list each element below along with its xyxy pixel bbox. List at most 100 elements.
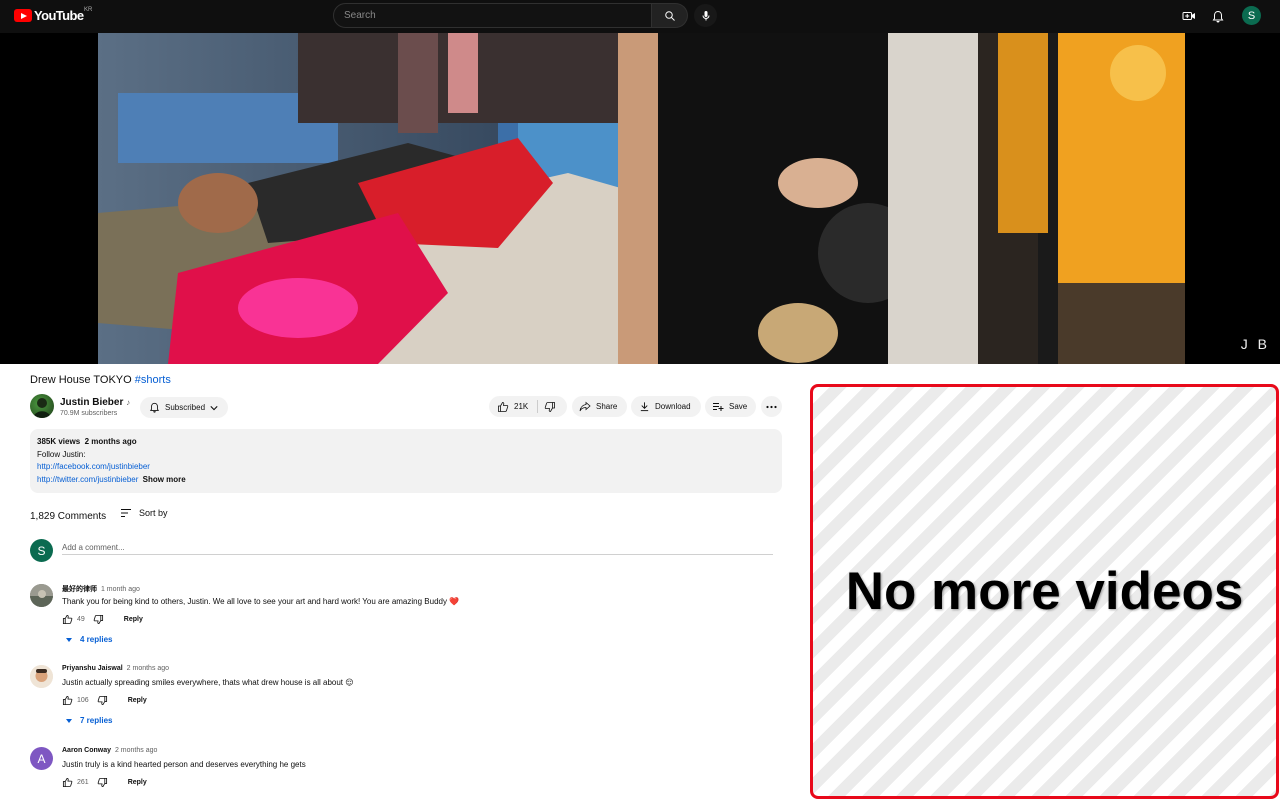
download-button[interactable]: Download	[631, 396, 701, 417]
search-input[interactable]	[333, 3, 652, 28]
comment-like-count: 49	[77, 616, 85, 623]
reply-button[interactable]: Reply	[124, 616, 143, 623]
channel-name[interactable]: Justin Bieber ♪	[60, 397, 130, 408]
subscribed-button[interactable]: Subscribed	[140, 397, 228, 418]
comment-actions: 49 Reply	[62, 614, 143, 625]
hashtag-link[interactable]: #shorts	[135, 374, 171, 386]
comment-text: Justin truly is a kind hearted person an…	[62, 760, 306, 769]
view-count: 385K views	[37, 437, 81, 446]
comment-like-count: 106	[77, 697, 89, 704]
voice-search-button[interactable]	[694, 4, 717, 27]
comment-author[interactable]: Aaron Conway	[62, 747, 111, 754]
comment-header: 最好的律师 1 month ago	[62, 584, 140, 594]
notifications-button[interactable]	[1209, 7, 1227, 25]
verified-artist-icon: ♪	[126, 398, 131, 407]
thumbs-down-icon[interactable]	[93, 614, 104, 625]
logo-text: YouTube	[34, 8, 84, 23]
comment-header: Aaron Conway 2 months ago	[62, 747, 157, 754]
sort-icon	[121, 509, 131, 517]
comment-time[interactable]: 1 month ago	[101, 586, 140, 593]
avatar-image	[30, 584, 53, 607]
description-box[interactable]: 385K views 2 months ago Follow Justin: h…	[30, 429, 782, 493]
video-title-text: Drew House TOKYO	[30, 374, 132, 386]
search-button[interactable]	[652, 3, 688, 28]
thumbs-up-icon[interactable]	[62, 777, 73, 788]
my-avatar: S	[30, 539, 53, 562]
facebook-link[interactable]: http://facebook.com/justinbieber	[37, 462, 150, 471]
create-button[interactable]	[1180, 7, 1198, 25]
description-meta: 385K views 2 months ago	[37, 436, 775, 449]
view-replies-button[interactable]: 4 replies	[66, 635, 112, 644]
comment-time[interactable]: 2 months ago	[115, 747, 157, 754]
video-watermark: J B	[1240, 336, 1270, 352]
share-label: Share	[596, 402, 618, 411]
save-button[interactable]: Save	[705, 396, 756, 417]
comment-actions: 106 Reply	[62, 695, 147, 706]
bell-icon	[149, 402, 160, 413]
reply-button[interactable]: Reply	[128, 697, 147, 704]
reply-button[interactable]: Reply	[128, 779, 147, 786]
thumbs-down-icon[interactable]	[97, 777, 108, 788]
comment-item: 最好的律师 1 month ago Thank you for being ki…	[30, 584, 790, 654]
no-more-videos-text: No more videos	[845, 562, 1244, 621]
sort-by-label: Sort by	[139, 508, 168, 518]
no-more-videos-panel: No more videos	[810, 384, 1279, 799]
commenter-avatar[interactable]: A	[30, 747, 53, 770]
more-actions-button[interactable]	[761, 396, 782, 417]
thumbs-up-icon	[498, 401, 509, 412]
comment-like-count: 261	[77, 779, 89, 786]
playlist-add-icon	[713, 403, 724, 411]
comment-item: Priyanshu Jaiswal 2 months ago Justin ac…	[30, 665, 790, 735]
sort-by-button[interactable]: Sort by	[120, 508, 168, 518]
search-bar	[333, 3, 688, 28]
comment-author[interactable]: Priyanshu Jaiswal	[62, 665, 123, 672]
dislike-button[interactable]	[538, 401, 561, 413]
share-button[interactable]: Share	[572, 396, 627, 417]
thumbs-up-icon[interactable]	[62, 614, 73, 625]
comment-text: Justin actually spreading smiles everywh…	[62, 678, 354, 687]
download-icon	[640, 402, 649, 412]
like-button[interactable]: 21K	[489, 400, 538, 413]
save-label: Save	[729, 402, 748, 411]
comment-header: Priyanshu Jaiswal 2 months ago	[62, 665, 169, 672]
microphone-icon	[702, 10, 709, 20]
upload-date: 2 months ago	[84, 437, 137, 446]
youtube-logo[interactable]: YouTube KR	[14, 7, 92, 23]
comment-time[interactable]: 2 months ago	[127, 665, 169, 672]
avatar-image	[30, 665, 53, 688]
video-still	[98, 33, 1185, 364]
like-dislike-group: 21K	[489, 396, 567, 417]
comment-author[interactable]: 最好的律师	[62, 586, 97, 593]
comment-text: Thank you for being kind to others, Just…	[62, 597, 460, 606]
commenter-avatar[interactable]	[30, 584, 53, 607]
channel-avatar[interactable]	[30, 394, 54, 418]
description-line: Follow Justin:	[37, 449, 86, 459]
thumbs-down-icon	[544, 401, 555, 412]
subscriber-count: 70.9M subscribers	[60, 410, 118, 417]
add-comment-input[interactable]	[62, 540, 773, 555]
thumbs-up-icon[interactable]	[62, 695, 73, 706]
account-avatar[interactable]: S	[1242, 6, 1261, 25]
video-player[interactable]: J B	[0, 33, 1280, 364]
comment-actions: 261 Reply	[62, 777, 147, 788]
bell-icon	[1212, 10, 1224, 22]
channel-name-text: Justin Bieber	[60, 397, 124, 408]
video-title: Drew House TOKYO #shorts	[30, 374, 171, 386]
channel-avatar-image	[33, 398, 51, 418]
show-more-button[interactable]: Show more	[140, 474, 186, 484]
more-horizontal-icon	[766, 405, 777, 408]
view-replies-button[interactable]: 7 replies	[66, 716, 112, 725]
video-frame[interactable]	[98, 33, 1185, 364]
thumbs-down-icon[interactable]	[97, 695, 108, 706]
top-bar: YouTube KR S	[0, 0, 1280, 33]
share-arrow-icon	[579, 401, 591, 412]
subscribed-label: Subscribed	[165, 403, 206, 412]
youtube-play-icon	[14, 9, 32, 22]
video-camera-plus-icon	[1182, 12, 1195, 20]
comment-item: A Aaron Conway 2 months ago Justin truly…	[30, 747, 790, 797]
commenter-avatar[interactable]	[30, 665, 53, 688]
comments-count: 1,829 Comments	[30, 511, 107, 522]
search-icon	[664, 10, 675, 21]
twitter-link[interactable]: http://twitter.com/justinbieber	[37, 475, 138, 484]
download-label: Download	[655, 402, 691, 411]
